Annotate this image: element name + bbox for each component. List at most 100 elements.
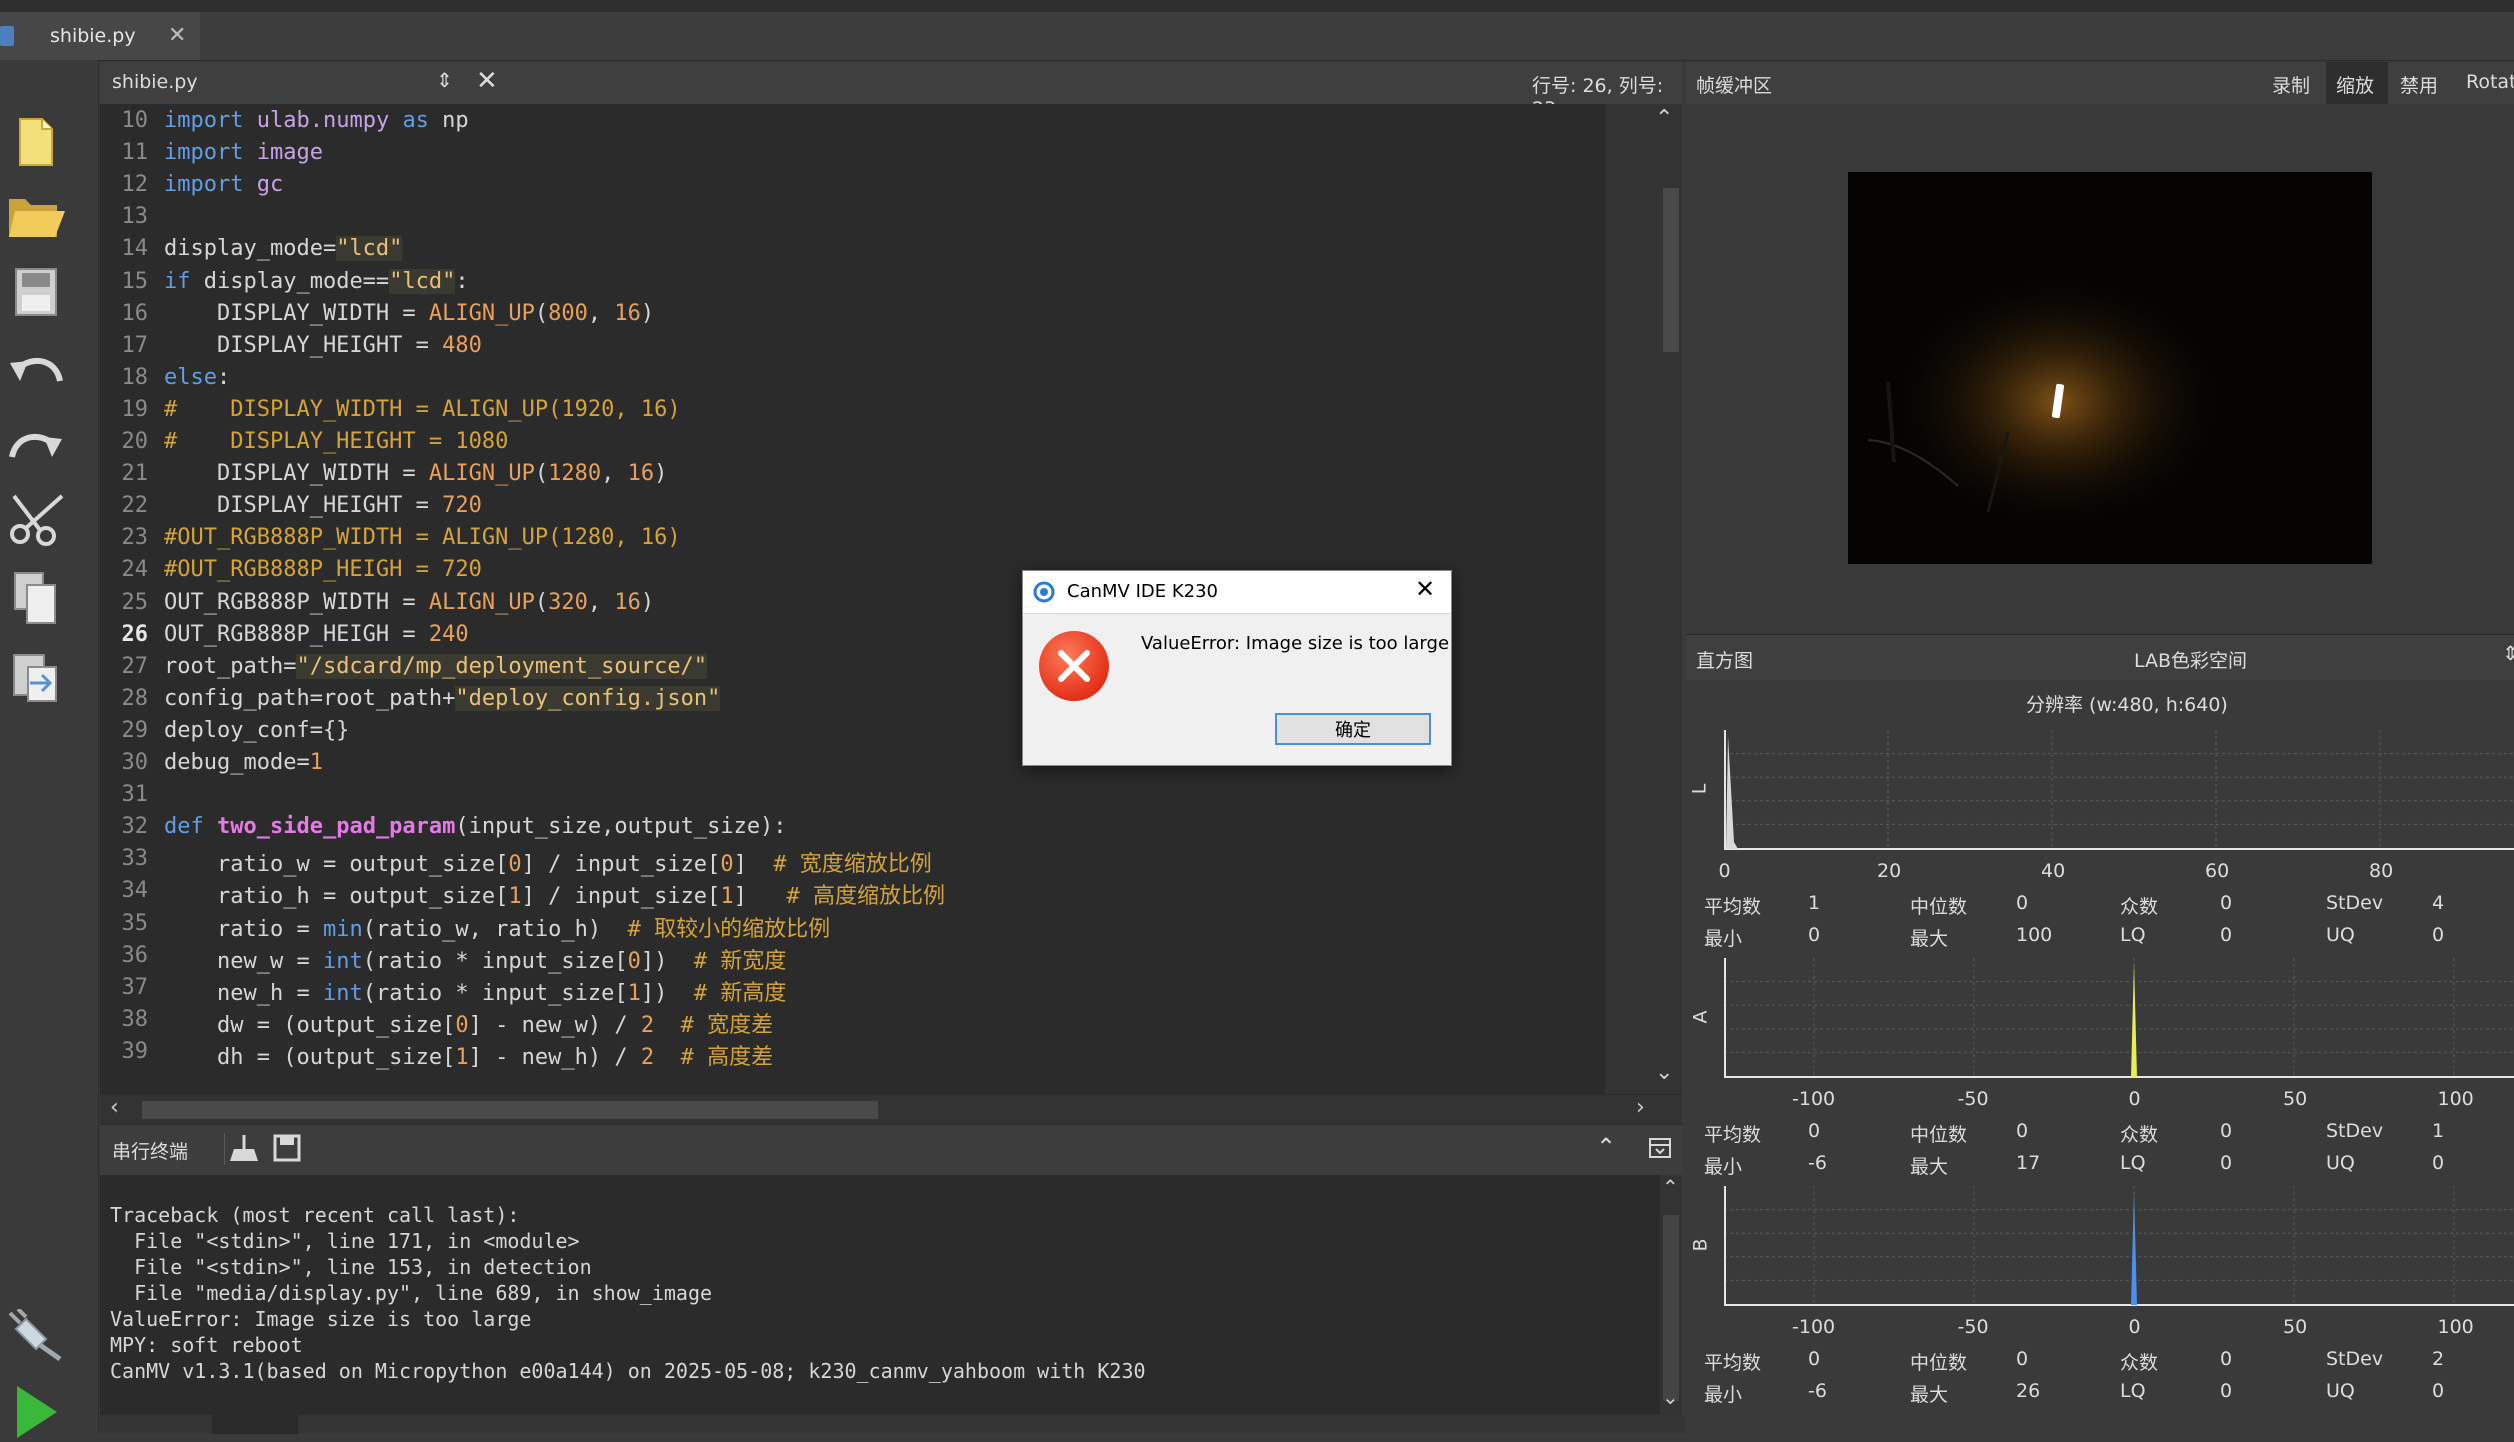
terminal-clear-button[interactable] (224, 1131, 264, 1172)
line-number: 24 (121, 557, 149, 583)
code-line[interactable]: # DISPLAY_HEIGHT = 1080 (164, 429, 508, 454)
code-line[interactable]: deploy_conf={} (164, 718, 349, 743)
stat-value-mode: 0 (2220, 1348, 2233, 1370)
terminal-scroll-thumb[interactable] (1663, 1215, 1679, 1401)
line-number: 19 (121, 396, 149, 422)
code-line[interactable]: ratio = min(ratio_w, ratio_h) # 取较小的缩放比例 (164, 911, 830, 943)
status-tab[interactable] (212, 1415, 298, 1434)
scroll-down-icon[interactable]: ⌄ (1655, 1060, 1673, 1085)
code-line[interactable]: DISPLAY_WIDTH = ALIGN_UP(800, 16) (164, 301, 654, 326)
code-line[interactable]: import gc (164, 172, 283, 197)
terminal-scroll-down-icon[interactable]: ⌄ (1662, 1385, 1679, 1409)
code-line[interactable]: new_w = int(ratio * input_size[0]) # 新宽度 (164, 943, 786, 975)
code-line[interactable]: DISPLAY_WIDTH = ALIGN_UP(1280, 16) (164, 461, 667, 486)
dialog-close-icon[interactable]: ✕ (1415, 575, 1435, 603)
code-line[interactable]: config_path=root_path+"deploy_config.jso… (164, 685, 721, 711)
line-number: 17 (121, 332, 149, 358)
copy-button[interactable] (0, 566, 72, 630)
code-line[interactable]: OUT_RGB888P_HEIGH = 240 (164, 622, 469, 647)
code-line[interactable]: OUT_RGB888P_WIDTH = ALIGN_UP(320, 16) (164, 590, 654, 615)
code-line[interactable]: dw = (output_size[0] - new_w) / 2 # 宽度差 (164, 1007, 773, 1039)
code-line[interactable]: if display_mode=="lcd": (164, 268, 469, 294)
stat-label-mode: 众数 (2120, 896, 2159, 918)
code-line[interactable]: import image (164, 140, 323, 165)
histogram-plot (1724, 1186, 2514, 1306)
code-line[interactable]: def two_side_pad_param(input_size,output… (164, 814, 787, 839)
stat-value-uq: 0 (2432, 1152, 2445, 1174)
code-line[interactable]: #OUT_RGB888P_HEIGH = 720 (164, 557, 482, 582)
dialog-title-bar[interactable]: CanMV IDE K230 ✕ (1023, 571, 1451, 614)
disable-button[interactable]: 禁用 (2400, 71, 2438, 98)
editor-horizontal-scrollbar[interactable]: ‹ › (100, 1094, 1682, 1125)
histogram-tick-label: 100 (2437, 1316, 2474, 1338)
serial-terminal[interactable]: Traceback (most recent call last): File … (100, 1175, 1660, 1415)
line-number: 15 (121, 268, 149, 294)
terminal-undock-button[interactable] (1648, 1137, 1672, 1164)
terminal-scrollbar[interactable]: ⌃ ⌄ (1660, 1175, 1682, 1415)
scroll-up-icon[interactable]: ⌃ (1655, 106, 1673, 131)
error-dialog[interactable]: CanMV IDE K230 ✕ ValueError: Image size … (1022, 570, 1452, 766)
code-line[interactable]: debug_mode=1 (164, 750, 323, 775)
code-line[interactable]: new_h = int(ratio * input_size[1]) # 新高度 (164, 975, 786, 1007)
code-line[interactable]: ratio_h = output_size[1] / input_size[1]… (164, 878, 945, 910)
error-icon (1039, 631, 1109, 701)
code-line[interactable]: #OUT_RGB888P_WIDTH = ALIGN_UP(1280, 16) (164, 525, 681, 550)
ok-button[interactable]: 确定 (1275, 713, 1431, 745)
editor-file-label: shibie.py (112, 71, 198, 93)
terminal-scroll-up-icon[interactable]: ⌃ (1662, 1175, 1679, 1199)
editor-vertical-scrollbar[interactable]: ⌃ ⌄ (1605, 104, 1682, 1094)
cut-button[interactable] (0, 488, 72, 552)
histogram-bar (2131, 1190, 2137, 1305)
scroll-left-icon[interactable]: ‹ (110, 1095, 119, 1120)
line-number: 12 (121, 172, 149, 198)
dialog-title: CanMV IDE K230 (1067, 581, 1218, 602)
undo-button[interactable] (0, 336, 72, 400)
line-number: 39 (121, 1038, 149, 1064)
code-line[interactable]: ratio_w = output_size[0] / input_size[0]… (164, 846, 932, 878)
open-folder-icon (9, 199, 65, 237)
line-number: 20 (121, 429, 149, 454)
terminal-collapse-icon[interactable]: ⌃ (1596, 1133, 1616, 1161)
terminal-line: File "<stdin>", line 171, in <module> (110, 1229, 580, 1253)
editor-scroll-thumb[interactable] (1663, 188, 1679, 352)
camera-frame (1848, 172, 2372, 564)
terminal-save-button[interactable] (272, 1133, 302, 1168)
stat-value-mean: 1 (1808, 892, 1821, 914)
scroll-right-icon[interactable]: › (1636, 1095, 1645, 1120)
code-line[interactable]: import ulab.numpy as np (164, 108, 469, 133)
code-line[interactable]: root_path="/sdcard/mp_deployment_source/… (164, 653, 708, 679)
open-file-button[interactable] (0, 183, 72, 247)
code-line[interactable]: else: (164, 365, 230, 390)
color-space-arrows-icon[interactable]: ⇕ (2502, 641, 2514, 665)
close-tab-icon[interactable]: ✕ (168, 23, 186, 48)
save-button[interactable] (0, 260, 72, 324)
line-number: 13 (121, 204, 149, 230)
stat-value-lq: 0 (2220, 1152, 2233, 1174)
color-space-select[interactable]: LAB色彩空间 (2134, 646, 2247, 673)
redo-button[interactable] (0, 412, 72, 476)
histogram-tick-label: 80 (2369, 860, 2394, 882)
histogram-plot (1724, 730, 2514, 850)
histogram-plot (1724, 958, 2514, 1078)
dialog-message: ValueError: Image size is too large (1141, 633, 1450, 654)
file-selector-arrows-icon[interactable]: ⇕ (436, 68, 453, 92)
line-number: 18 (121, 364, 149, 390)
code-line[interactable]: dh = (output_size[1] - new_h) / 2 # 高度差 (164, 1039, 773, 1071)
code-line[interactable]: DISPLAY_HEIGHT = 480 (164, 333, 482, 358)
file-tab[interactable]: shibie.py ✕ (0, 12, 200, 60)
rotate-button[interactable]: Rotate (2466, 71, 2514, 93)
line-number-gutter: 10 11 12 13 14 15 16 17 18 19 20 21 22 23 24 25 26 27 28 29… (100, 104, 162, 1094)
record-button[interactable]: 录制 (2272, 71, 2310, 98)
close-editor-icon[interactable]: ✕ (476, 66, 498, 96)
code-line[interactable]: # DISPLAY_WIDTH = ALIGN_UP(1920, 16) (164, 397, 681, 422)
new-file-button[interactable] (0, 110, 72, 174)
broom-icon (230, 1135, 258, 1161)
editor-hscroll-thumb[interactable] (142, 1101, 878, 1119)
zoom-button[interactable]: 缩放 (2336, 71, 2374, 98)
run-button[interactable] (0, 1378, 72, 1442)
stat-label-lq: LQ (2120, 924, 2146, 946)
connect-button[interactable] (0, 1305, 72, 1369)
code-line[interactable]: DISPLAY_HEIGHT = 720 (164, 493, 482, 518)
paste-button[interactable] (0, 644, 72, 708)
code-line[interactable]: display_mode="lcd" (164, 236, 403, 262)
